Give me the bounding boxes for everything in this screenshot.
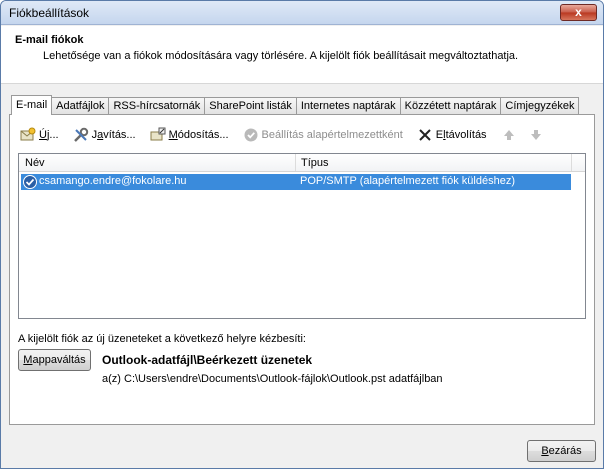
- window-title: Fiókbeállítások: [9, 6, 90, 20]
- close-mnemonic: B: [541, 445, 549, 457]
- new-account-icon: [20, 127, 36, 143]
- repair-label: vítás...: [103, 129, 136, 141]
- account-type: POP/SMTP (alapértelmezett fiók küldéshez…: [300, 175, 515, 187]
- close-label: ezárás: [548, 445, 582, 457]
- account-settings-window: Fiókbeállítások x E-mail fiókok Lehetősé…: [0, 0, 604, 469]
- change-mnemonic: M: [168, 129, 178, 141]
- column-header-name[interactable]: Név: [25, 157, 45, 169]
- tab-published-calendars[interactable]: Közzétett naptárak: [399, 97, 502, 115]
- change-account-icon: [150, 127, 166, 143]
- window-close-button[interactable]: x: [560, 4, 597, 21]
- column-header-type[interactable]: Típus: [301, 157, 329, 169]
- remove-label-pre: E: [435, 129, 444, 141]
- new-account-mnemonic: Ú: [39, 129, 47, 141]
- new-account-label: j...: [46, 129, 59, 141]
- tab-data-files[interactable]: Adatfájlok: [51, 97, 110, 115]
- new-account-button[interactable]: Új...: [20, 127, 59, 143]
- arrow-down-icon: [528, 127, 544, 143]
- repair-button[interactable]: Ja vítás...: [73, 127, 136, 143]
- toolbar: Új... Ja vítás... Módosítás... Beállítás …: [20, 127, 561, 143]
- arrow-up-icon: [501, 127, 517, 143]
- move-down-button[interactable]: [528, 127, 547, 143]
- change-label: ódosítás...: [177, 129, 229, 141]
- email-tab-panel: Új... Ja vítás... Módosítás... Beállítás …: [9, 114, 595, 425]
- change-folder-label: appaváltás: [32, 354, 86, 366]
- default-account-check-icon: [23, 175, 37, 189]
- move-up-button[interactable]: [501, 127, 520, 143]
- tab-internet-calendars[interactable]: Internetes naptárak: [295, 97, 401, 115]
- delivery-folder: Outlook-adatfájl\Beérkezett üzenetek: [102, 353, 313, 367]
- tab-address-books[interactable]: Címjegyzékek: [500, 97, 580, 115]
- remove-x-icon: [417, 127, 433, 143]
- account-list[interactable]: Név Típus csamango.endre@fokolare.hu POP…: [18, 153, 586, 319]
- set-default-label: Beállítás alapértelmezettként: [261, 129, 403, 141]
- header-title: E-mail fiókok: [15, 34, 84, 46]
- remove-label: távolítás: [445, 129, 487, 141]
- tab-email[interactable]: E-mail: [11, 95, 53, 115]
- account-name: csamango.endre@fokolare.hu: [39, 175, 187, 187]
- change-button[interactable]: Módosítás...: [150, 127, 229, 143]
- close-dialog-button[interactable]: Bezárás: [527, 440, 596, 462]
- header-panel: E-mail fiókok Lehetősége van a fiókok mó…: [1, 26, 603, 84]
- set-default-check-icon: [243, 127, 259, 143]
- delivery-path: a(z) C:\Users\endre\Documents\Outlook-fá…: [102, 373, 443, 385]
- list-header: Név Típus: [19, 154, 585, 172]
- repair-tools-icon: [73, 127, 89, 143]
- tab-strip: E-mail Adatfájlok RSS-hírcsatornák Share…: [11, 95, 580, 115]
- set-default-button[interactable]: Beállítás alapértelmezettként: [243, 127, 403, 143]
- column-separator[interactable]: [295, 154, 296, 171]
- title-bar: Fiókbeállítások x: [1, 1, 603, 25]
- remove-button[interactable]: El távolítás: [417, 127, 487, 143]
- tab-sharepoint-lists[interactable]: SharePoint listák: [204, 97, 297, 115]
- header-description: Lehetősége van a fiókok módosítására vag…: [43, 50, 519, 62]
- change-folder-button[interactable]: Mappaváltás: [18, 349, 91, 371]
- column-separator[interactable]: [571, 154, 572, 171]
- delivery-location-label: A kijelölt fiók az új üzeneteket a követ…: [18, 333, 306, 345]
- tab-rss-feeds[interactable]: RSS-hírcsatornák: [108, 97, 206, 115]
- account-row[interactable]: csamango.endre@fokolare.hu POP/SMTP (ala…: [21, 174, 571, 190]
